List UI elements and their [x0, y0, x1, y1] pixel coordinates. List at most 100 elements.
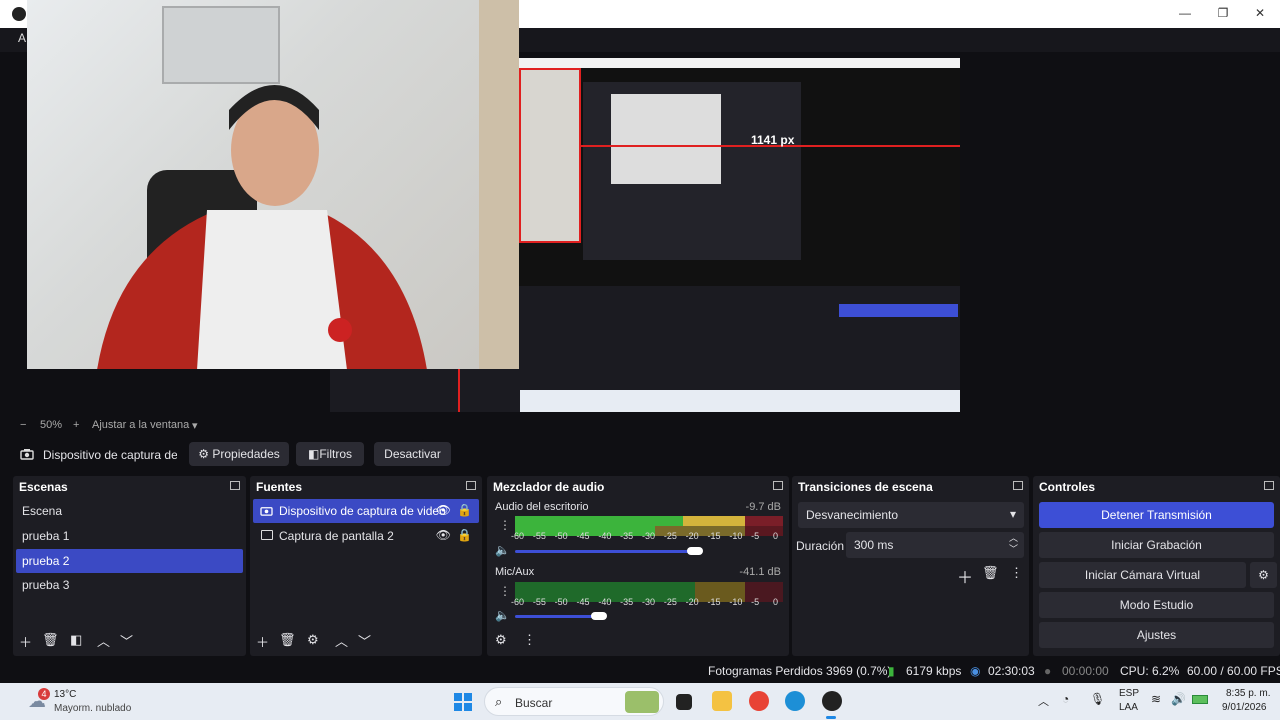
lock-icon[interactable]: 🔒: [457, 503, 472, 517]
obs-logo-icon: [12, 7, 26, 21]
minimize-button[interactable]: —: [1175, 6, 1195, 20]
filters-button[interactable]: ◧Filtros: [296, 442, 364, 466]
speaker-icon[interactable]: 🔈: [495, 608, 510, 622]
network-status-icon[interactable]: ◔: [1062, 692, 1069, 706]
lock-icon[interactable]: 🔒: [457, 528, 472, 542]
zoom-out-button[interactable]: −: [20, 419, 26, 431]
microphone-icon[interactable]: 🎙: [1090, 692, 1105, 706]
scene-item[interactable]: prueba 3: [16, 573, 243, 597]
transition-value: Desvanecimiento: [806, 508, 899, 522]
undock-icon[interactable]: [466, 481, 476, 490]
chrome-icon[interactable]: [749, 691, 769, 711]
language-layout[interactable]: LAA: [1119, 702, 1138, 713]
kebab-icon[interactable]: ⋮: [1010, 565, 1023, 581]
advanced-audio-icon[interactable]: ⚙: [495, 632, 507, 648]
preview-canvas[interactable]: 1141 px: [0, 0, 1280, 415]
zoom-fit-dropdown[interactable]: Ajustar a la ventana: [92, 419, 189, 431]
meter-tick-label: -5: [751, 531, 760, 541]
stream-icon: ◉: [970, 664, 981, 678]
taskbar-search[interactable]: ⌕ Buscar: [484, 687, 664, 716]
weather-temp[interactable]: 13°C: [54, 689, 76, 700]
chevron-down-icon[interactable]: ▾: [192, 419, 198, 432]
scene-item-selected[interactable]: prueba 2: [16, 549, 243, 573]
wifi-icon[interactable]: ≋: [1151, 692, 1161, 706]
transitions-title: Transiciones de escena: [798, 480, 933, 494]
obs-icon[interactable]: [822, 691, 842, 711]
properties-button[interactable]: ⚙ Propiedades: [189, 442, 289, 466]
search-icon: ⌕: [495, 694, 503, 709]
language-code[interactable]: ESP: [1119, 688, 1139, 699]
scene-item[interactable]: prueba 1: [16, 524, 243, 548]
speaker-icon[interactable]: 🔈: [495, 543, 510, 557]
trash-icon[interactable]: 🗑: [982, 565, 999, 581]
stop-streaming-button[interactable]: Detener Transmisión: [1039, 502, 1274, 528]
windows-start-icon[interactable]: [454, 693, 472, 711]
eye-icon[interactable]: 👁: [436, 503, 451, 517]
virtual-camera-settings-button[interactable]: ⚙: [1250, 562, 1277, 588]
trash-icon[interactable]: 🗑: [42, 632, 59, 648]
move-up-icon[interactable]: ︿: [335, 631, 348, 650]
sources-title: Fuentes: [256, 480, 303, 494]
deactivate-button[interactable]: Desactivar: [374, 442, 451, 466]
kebab-icon[interactable]: ⋮: [499, 584, 511, 598]
task-view-icon[interactable]: [676, 694, 692, 710]
volume-icon[interactable]: 🔊: [1171, 692, 1186, 706]
chevron-up-icon[interactable]: ︿: [1038, 693, 1049, 709]
eye-icon[interactable]: 👁: [436, 528, 451, 542]
edge-icon[interactable]: [785, 691, 805, 711]
status-bar: Fotogramas Perdidos 3969 (0.7%) ▮ 6179 k…: [0, 658, 1280, 682]
undock-icon[interactable]: [1264, 481, 1274, 490]
record-time: 00:00:00: [1062, 664, 1109, 678]
meter-tick-label: -25: [663, 597, 677, 607]
gear-icon: ⚙: [198, 447, 210, 461]
menu-item-archivo[interactable]: A: [18, 31, 26, 45]
move-down-icon[interactable]: ﹀: [120, 631, 133, 650]
volume-knob[interactable]: [687, 547, 703, 555]
scene-filters-icon[interactable]: ◧: [70, 632, 82, 648]
meter-tick-label: -10: [729, 597, 743, 607]
source-item-selected[interactable]: Dispositivo de captura de video 👁 🔒: [253, 499, 479, 523]
gear-icon[interactable]: ⚙: [307, 632, 319, 648]
webcam-feed: [27, 0, 519, 369]
close-button[interactable]: ✕: [1250, 6, 1270, 20]
channel-db: -41.1 dB: [739, 566, 781, 578]
undock-icon[interactable]: [1013, 481, 1023, 490]
search-placeholder: Buscar: [515, 696, 553, 710]
start-virtual-camera-button[interactable]: Iniciar Cámara Virtual: [1039, 562, 1246, 588]
volume-slider[interactable]: [515, 615, 599, 618]
add-scene-button[interactable]: ＋: [19, 632, 32, 651]
trash-icon[interactable]: 🗑: [279, 632, 296, 648]
channel-db: -9.7 dB: [745, 501, 781, 513]
add-transition-button[interactable]: ＋: [957, 564, 973, 588]
duration-spinbox[interactable]: 300 ms ︿ ﹀: [846, 532, 1024, 558]
meter-tick-label: -15: [707, 531, 721, 541]
battery-icon[interactable]: [1192, 695, 1208, 704]
studio-mode-button[interactable]: Modo Estudio: [1039, 592, 1274, 618]
zoom-in-button[interactable]: +: [73, 419, 79, 431]
start-recording-button[interactable]: Iniciar Grabación: [1039, 532, 1274, 558]
clock-date[interactable]: 9/01/2026: [1222, 702, 1267, 713]
weather-desc[interactable]: Mayorm. nublado: [54, 703, 131, 714]
transition-select[interactable]: Desvanecimiento ▾: [798, 502, 1024, 528]
maximize-button[interactable]: ❐: [1213, 6, 1233, 20]
width-measure-label: 1141 px: [751, 133, 795, 147]
undock-icon[interactable]: [230, 481, 240, 490]
undock-icon[interactable]: [773, 481, 783, 490]
filters-label: Filtros: [319, 447, 352, 461]
clock-time[interactable]: 8:35 p. m.: [1226, 688, 1270, 699]
source-item[interactable]: Captura de pantalla 2 👁 🔒: [253, 524, 479, 548]
dropped-frames: Fotogramas Perdidos 3969 (0.7%): [708, 664, 892, 678]
scene-item[interactable]: Escena: [16, 499, 243, 523]
spin-arrows-icon[interactable]: ︿ ﹀: [1009, 533, 1018, 555]
scenes-title: Escenas: [19, 480, 68, 494]
scenes-header: Escenas: [13, 476, 246, 496]
move-down-icon[interactable]: ﹀: [358, 631, 371, 650]
file-explorer-icon[interactable]: [712, 691, 732, 711]
volume-knob[interactable]: [591, 612, 607, 620]
kebab-icon[interactable]: ⋮: [523, 632, 536, 648]
add-source-button[interactable]: ＋: [256, 632, 269, 651]
settings-button[interactable]: Ajustes: [1039, 622, 1274, 648]
move-up-icon[interactable]: ︿: [97, 631, 110, 650]
kebab-icon[interactable]: ⋮: [499, 518, 511, 532]
volume-slider[interactable]: [515, 550, 695, 553]
